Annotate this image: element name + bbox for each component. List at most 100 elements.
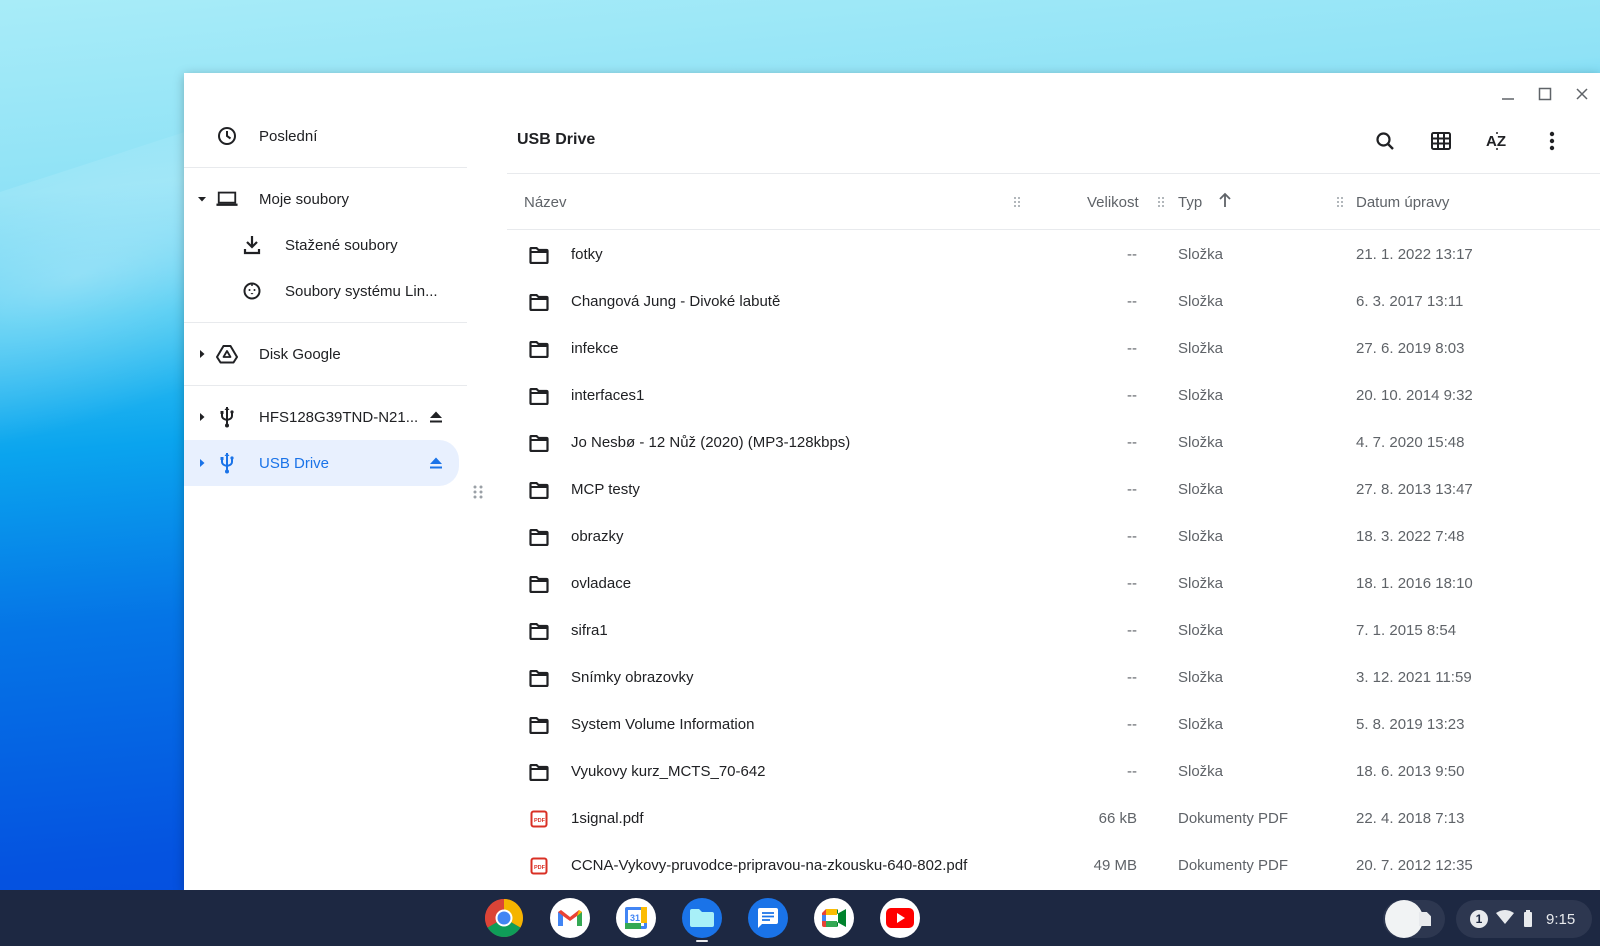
file-row[interactable]: ovladace -- Složka 18. 1. 2016 18:10 (507, 560, 1600, 607)
expand-arrow-right-icon[interactable] (196, 411, 208, 423)
file-date-modified: 27. 8. 2013 13:47 (1356, 481, 1473, 498)
file-size: -- (1127, 246, 1137, 263)
file-size: -- (1127, 622, 1137, 639)
sidebar-item-google-drive[interactable]: Disk Google (184, 331, 467, 377)
file-row[interactable]: obrazky -- Složka 18. 3. 2022 7:48 (507, 513, 1600, 560)
notification-count-badge: 1 (1470, 910, 1488, 928)
expand-arrow-right-icon[interactable] (196, 348, 208, 360)
sidebar-item-label: HFS128G39TND-N21... (259, 408, 419, 426)
file-type: Dokumenty PDF (1178, 857, 1289, 874)
file-row[interactable]: infekce -- Složka 27. 6. 2019 8:03 (507, 325, 1600, 372)
list-header: Název Velikost Typ Datum úpravy (507, 174, 1600, 230)
expand-arrow-down-icon[interactable] (196, 193, 208, 205)
more-vertical-icon (1549, 131, 1555, 151)
wifi-icon (1496, 909, 1514, 929)
file-date-modified: 22. 4. 2018 7:13 (1356, 810, 1465, 827)
sidebar-item-hfs-drive[interactable]: HFS128G39TND-N21... (184, 394, 467, 440)
grid-view-button[interactable] (1425, 125, 1457, 157)
clock-time: 9:15 (1546, 910, 1576, 928)
folder-icon (528, 573, 550, 595)
file-type: Složka (1178, 387, 1224, 404)
shelf-app-meet[interactable] (814, 898, 854, 938)
file-size: -- (1127, 763, 1137, 780)
battery-icon (1524, 909, 1532, 927)
window-controls (1489, 79, 1600, 109)
column-resize-handle[interactable] (1013, 196, 1021, 208)
drag-handle-icon (1337, 197, 1343, 207)
folder-icon (528, 620, 550, 642)
column-header-size[interactable]: Velikost (1087, 194, 1139, 211)
sort-ascending-arrow-icon[interactable] (1218, 192, 1232, 212)
usb-icon (216, 406, 238, 428)
shelf-app-calendar[interactable]: 31 (616, 898, 656, 938)
column-header-name[interactable]: Název (524, 194, 567, 211)
sidebar-item-usb-drive[interactable]: USB Drive (184, 440, 459, 486)
column-header-type[interactable]: Typ (1178, 194, 1202, 211)
column-resize-handle[interactable] (1157, 196, 1165, 208)
close-button[interactable] (1563, 79, 1600, 109)
usb-icon (216, 452, 238, 474)
sidebar-item-label: Stažené soubory (285, 236, 398, 254)
shelf: 31 1 9:15 (0, 890, 1600, 946)
minimize-button[interactable] (1489, 79, 1526, 109)
file-row[interactable]: sifra1 -- Složka 7. 1. 2015 8:54 (507, 607, 1600, 654)
file-row[interactable]: fotky -- Složka 21. 1. 2022 13:17 (507, 231, 1600, 278)
status-tray[interactable]: 1 9:15 (1456, 900, 1592, 938)
sort-button[interactable]: AZ (1481, 125, 1513, 157)
download-icon (241, 234, 263, 256)
more-options-button[interactable] (1536, 125, 1568, 157)
shelf-app-files[interactable] (682, 898, 722, 938)
file-row[interactable]: Jo Nesbø - 12 Nůž (2020) (MP3-128kbps) --… (507, 419, 1600, 466)
sidebar-item-downloads[interactable]: Stažené soubory (184, 222, 467, 268)
file-date-modified: 18. 1. 2016 18:10 (1356, 575, 1473, 592)
file-date-modified: 5. 8. 2019 13:23 (1356, 716, 1465, 733)
column-resize-handle[interactable] (1336, 196, 1344, 208)
file-row[interactable]: interfaces1 -- Složka 20. 10. 2014 9:32 (507, 372, 1600, 419)
google-drive-icon (216, 343, 238, 365)
sidebar-divider (184, 385, 467, 386)
file-date-modified: 7. 1. 2015 8:54 (1356, 622, 1457, 639)
drag-handle-icon (1014, 197, 1020, 207)
maximize-button[interactable] (1526, 79, 1563, 109)
drag-handle-icon (1158, 197, 1164, 207)
expand-arrow-right-icon[interactable] (196, 457, 208, 469)
eject-icon[interactable] (428, 455, 444, 471)
sidebar-item-my-files[interactable]: Moje soubory (184, 176, 467, 222)
file-date-modified: 27. 6. 2019 8:03 (1356, 340, 1465, 357)
column-header-date[interactable]: Datum úpravy (1356, 194, 1449, 211)
sidebar-item-recent[interactable]: Poslední (184, 113, 467, 159)
files-app-window: Poslední Moje soubory Stažené soubory So… (184, 73, 1600, 890)
file-row[interactable]: System Volume Information -- Složka 5. 8. 2… (507, 701, 1600, 748)
file-row[interactable]: PDF 1signal.pdf 66 kB Dokumenty PDF 22. 4. 2… (507, 795, 1600, 842)
eject-icon[interactable] (428, 409, 444, 425)
file-row[interactable]: Vyukovy kurz_MCTS_70-642 -- Složka 18. 6. 2… (507, 748, 1600, 795)
sidebar-resize-handle[interactable] (472, 484, 484, 500)
file-type: Složka (1178, 669, 1224, 686)
pdf-file-icon: PDF (528, 855, 550, 877)
search-button[interactable] (1369, 125, 1401, 157)
file-row[interactable]: Changová Jung - Divoké labutě -- Složka 6. … (507, 278, 1600, 325)
file-type: Složka (1178, 716, 1224, 733)
toolbar: USB Drive AZ (517, 113, 1600, 169)
pdf-file-icon: PDF (528, 808, 550, 830)
breadcrumb[interactable]: USB Drive (517, 131, 595, 149)
gmail-icon (558, 910, 582, 926)
shelf-app-chrome[interactable] (484, 898, 524, 938)
shelf-app-youtube[interactable] (880, 898, 920, 938)
file-row[interactable]: PDF CCNA-Vykovy-pruvodce-pripravou-na-zko… (507, 842, 1600, 889)
file-date-modified: 20. 7. 2012 12:35 (1356, 857, 1473, 874)
file-row[interactable]: MCP testy -- Složka 27. 8. 2013 13:47 (507, 466, 1600, 513)
file-type: Složka (1178, 528, 1224, 545)
file-size: -- (1127, 528, 1137, 545)
file-row[interactable]: Snímky obrazovky -- Složka 3. 12. 2021 11:5… (507, 654, 1600, 701)
holding-space-tray[interactable] (1383, 900, 1445, 938)
file-date-modified: 18. 6. 2013 9:50 (1356, 763, 1465, 780)
shelf-app-messages[interactable] (748, 898, 788, 938)
folder-icon (528, 714, 550, 736)
file-name: CCNA-Vykovy-pruvodce-pripravou-na-zkousk… (571, 857, 968, 874)
file-name: Jo Nesbø - 12 Nůž (2020) (MP3-128kbps) (571, 434, 851, 451)
file-list: fotky -- Složka 21. 1. 2022 13:17 Changová J… (507, 231, 1600, 889)
sidebar-item-linux-files[interactable]: Soubory systému Lin... (184, 268, 467, 314)
shelf-app-gmail[interactable] (550, 898, 590, 938)
drag-handle-icon (473, 485, 483, 499)
